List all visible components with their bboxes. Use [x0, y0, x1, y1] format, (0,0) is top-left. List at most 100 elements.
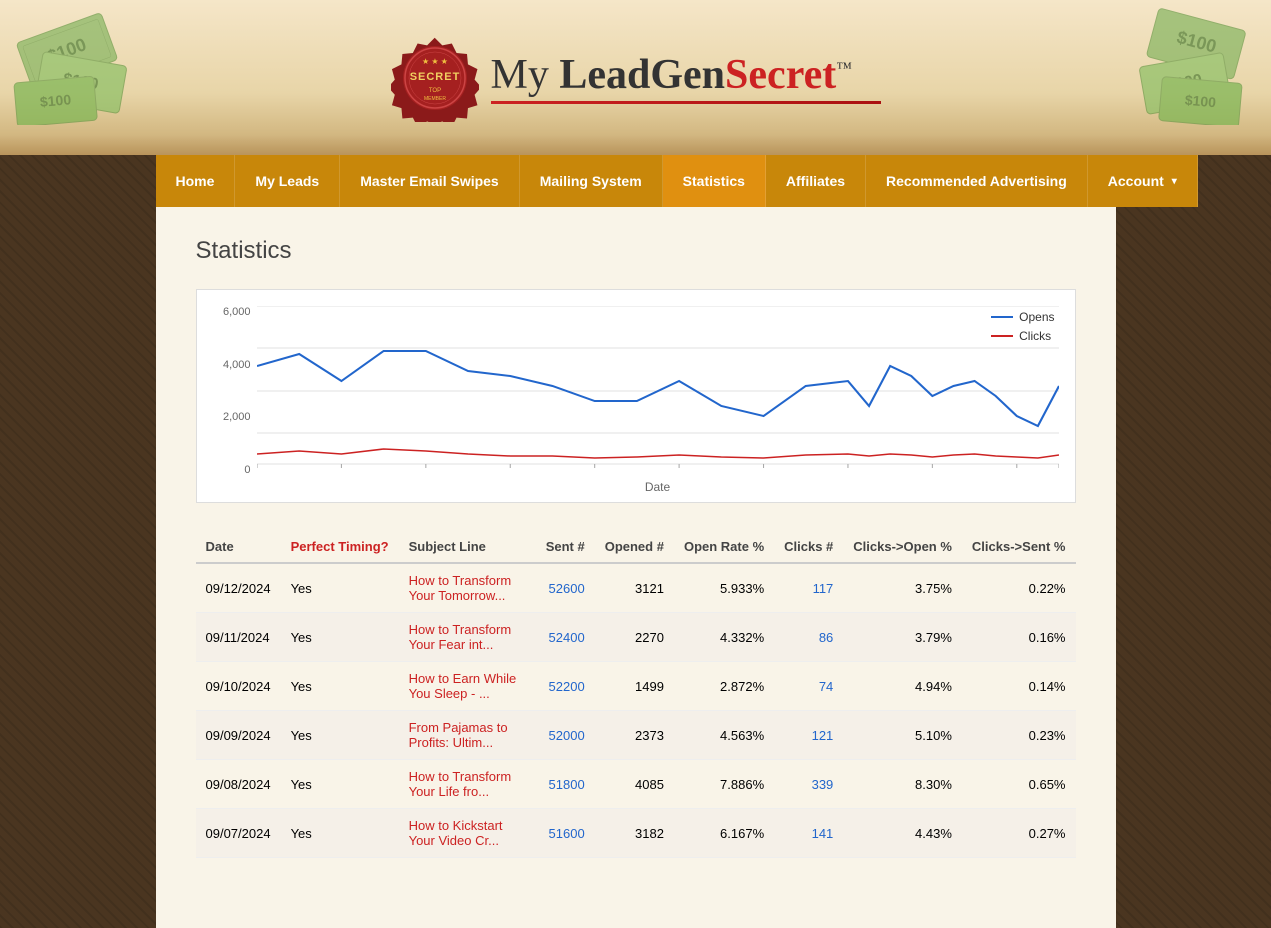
- table-cell: 0.22%: [962, 563, 1076, 613]
- table-cell: 09/10/2024: [196, 662, 281, 711]
- table-cell: 09/12/2024: [196, 563, 281, 613]
- clicks-link[interactable]: 339: [812, 777, 834, 792]
- brand-my: My: [491, 52, 560, 98]
- main-content: Home My Leads Master Email Swipes Mailin…: [156, 155, 1116, 928]
- table-cell: 52200: [536, 662, 595, 711]
- subject-link[interactable]: How to Transform Your Life fro...: [409, 769, 512, 799]
- legend-opens: Opens: [991, 310, 1054, 324]
- nav-master-email-swipes[interactable]: Master Email Swipes: [340, 155, 520, 207]
- table-cell: From Pajamas to Profits: Ultim...: [399, 711, 536, 760]
- col-date: Date: [196, 531, 281, 563]
- table-cell: How to Transform Your Life fro...: [399, 760, 536, 809]
- subject-link[interactable]: How to Earn While You Sleep - ...: [409, 671, 517, 701]
- table-cell: 2.872%: [674, 662, 774, 711]
- table-row: 09/08/2024Yes How to Transform Your Life …: [196, 760, 1076, 809]
- table-cell: Yes: [281, 563, 399, 613]
- table-cell: 0.16%: [962, 613, 1076, 662]
- table-cell: 52600: [536, 563, 595, 613]
- table-cell: 0.27%: [962, 809, 1076, 858]
- col-subject-line: Subject Line: [399, 531, 536, 563]
- table-row: 09/09/2024Yes From Pajamas to Profits: Ul…: [196, 711, 1076, 760]
- nav-statistics[interactable]: Statistics: [663, 155, 766, 207]
- table-cell: Yes: [281, 809, 399, 858]
- clicks-link[interactable]: 121: [812, 728, 834, 743]
- subject-link[interactable]: How to Kickstart Your Video Cr...: [409, 818, 503, 848]
- table-row: 09/07/2024YesHow to Kickstart Your Video…: [196, 809, 1076, 858]
- nav-affiliates[interactable]: Affiliates: [766, 155, 866, 207]
- chart-container: 6,000 4,000 2,000 0: [196, 289, 1076, 503]
- brand-seal: ★ ★ ★ SECRET TOP MEMBER: [391, 34, 479, 122]
- table-cell: How to Transform Your Tomorrow...: [399, 563, 536, 613]
- page-content: Statistics 6,000 4,000 2,000 0: [156, 207, 1116, 888]
- svg-text:MEMBER: MEMBER: [424, 96, 446, 102]
- sent-link[interactable]: 52200: [549, 679, 585, 694]
- table-cell: 2373: [595, 711, 674, 760]
- brand-tm: ™: [836, 60, 852, 77]
- sent-link[interactable]: 52000: [549, 728, 585, 743]
- table-cell: 6.167%: [674, 809, 774, 858]
- table-cell: How to Earn While You Sleep - ...: [399, 662, 536, 711]
- nav-recommended-advertising[interactable]: Recommended Advertising: [866, 155, 1088, 207]
- table-cell: 0.14%: [962, 662, 1076, 711]
- clicks-link[interactable]: 86: [819, 630, 833, 645]
- table-cell: 5.10%: [843, 711, 962, 760]
- table-row: 09/10/2024Yes How to Earn While You Sleep…: [196, 662, 1076, 711]
- table-cell: 5.933%: [674, 563, 774, 613]
- sent-link[interactable]: 52600: [549, 581, 585, 596]
- table-cell: Yes: [281, 662, 399, 711]
- legend-clicks: Clicks: [991, 329, 1054, 343]
- clicks-link[interactable]: 141: [812, 826, 834, 841]
- table-cell: 3.75%: [843, 563, 962, 613]
- chart-x-axis-label: Date: [257, 480, 1059, 494]
- table-cell: 09/09/2024: [196, 711, 281, 760]
- table-cell: 3121: [595, 563, 674, 613]
- y-label-6000: 6,000: [223, 306, 251, 318]
- account-caret-icon: ▾: [1172, 176, 1177, 187]
- legend-clicks-label: Clicks: [1019, 329, 1051, 343]
- chart-opens-line: [257, 351, 1059, 426]
- chart-clicks-line: [257, 449, 1059, 458]
- table-cell: 52400: [536, 613, 595, 662]
- nav-my-leads[interactable]: My Leads: [235, 155, 340, 207]
- table-cell: 4.332%: [674, 613, 774, 662]
- table-cell: 74: [774, 662, 843, 711]
- clicks-link[interactable]: 117: [813, 581, 834, 596]
- table-cell: 8.30%: [843, 760, 962, 809]
- table-cell: Yes: [281, 711, 399, 760]
- subject-link[interactable]: How to Transform Your Tomorrow...: [409, 573, 512, 603]
- table-cell: 339: [774, 760, 843, 809]
- col-open-rate: Open Rate %: [674, 531, 774, 563]
- table-cell: 4.563%: [674, 711, 774, 760]
- sent-link[interactable]: 52400: [549, 630, 585, 645]
- brand-name: My LeadGenSecret™: [491, 51, 881, 104]
- table-cell: 51800: [536, 760, 595, 809]
- table-cell: 7.886%: [674, 760, 774, 809]
- nav-home[interactable]: Home: [156, 155, 236, 207]
- table-row: 09/12/2024Yes How to Transform Your Tomor…: [196, 563, 1076, 613]
- table-cell: 09/08/2024: [196, 760, 281, 809]
- table-cell: 1499: [595, 662, 674, 711]
- chart-area: Opens Clicks: [257, 306, 1059, 476]
- clicks-link[interactable]: 74: [819, 679, 833, 694]
- col-perfect-timing: Perfect Timing?: [281, 531, 399, 563]
- col-opened: Opened #: [595, 531, 674, 563]
- sent-link[interactable]: 51800: [549, 777, 585, 792]
- y-label-2000: 2,000: [223, 411, 251, 423]
- table-cell: Yes: [281, 613, 399, 662]
- table-cell: 117: [774, 563, 843, 613]
- table-cell: 4.94%: [843, 662, 962, 711]
- table-cell: 0.23%: [962, 711, 1076, 760]
- table-cell: 09/11/2024: [196, 613, 281, 662]
- legend-clicks-line: [991, 335, 1013, 337]
- subject-link[interactable]: How to Transform Your Fear int...: [409, 622, 512, 652]
- nav-account[interactable]: Account ▾: [1088, 155, 1198, 207]
- chart-legend: Opens Clicks: [991, 310, 1054, 343]
- subject-link[interactable]: From Pajamas to Profits: Ultim...: [409, 720, 508, 750]
- sent-link[interactable]: 51600: [549, 826, 585, 841]
- svg-text:TOP: TOP: [428, 88, 440, 94]
- table-cell: 141: [774, 809, 843, 858]
- table-cell: Yes: [281, 760, 399, 809]
- nav-mailing-system[interactable]: Mailing System: [520, 155, 663, 207]
- table-cell: 3182: [595, 809, 674, 858]
- table-cell: 2270: [595, 613, 674, 662]
